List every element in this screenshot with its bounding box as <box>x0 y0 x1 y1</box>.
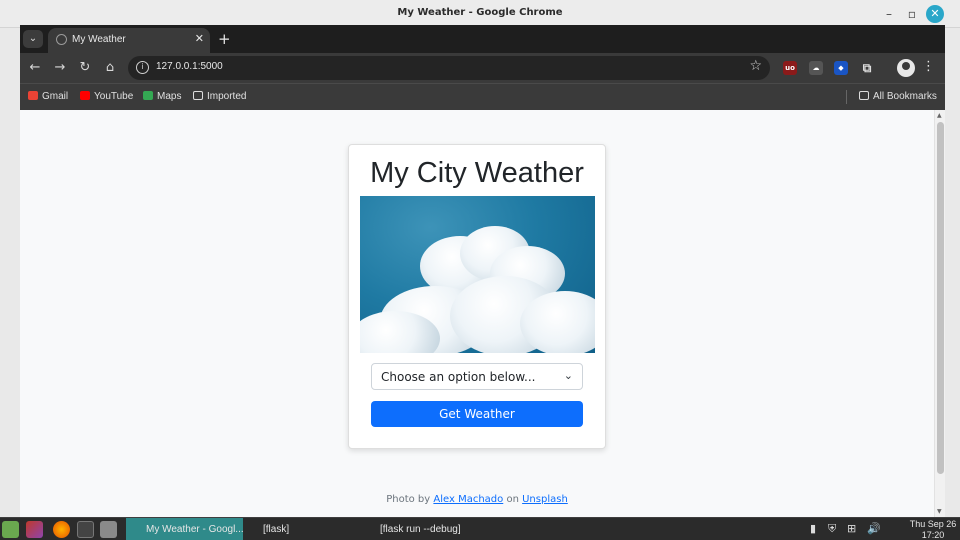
files-icon[interactable] <box>100 521 117 538</box>
profile-avatar[interactable] <box>897 59 915 77</box>
bookmark-label: Gmail <box>42 91 69 102</box>
cloud-photo <box>360 196 595 353</box>
bookmarks-bar: Gmail YouTube Maps Imported All Bookmark… <box>20 83 945 110</box>
app-launcher-icon[interactable] <box>26 521 43 538</box>
chevron-down-icon: ⌄ <box>563 369 573 382</box>
gmail-icon <box>28 91 38 100</box>
terminal-icon[interactable] <box>77 521 94 538</box>
page-scrollbar[interactable]: ▲ ▼ <box>934 110 945 517</box>
volume-icon[interactable]: 🔊 <box>867 522 881 535</box>
folder-icon <box>859 91 869 100</box>
weather-card: My City Weather Choose an option below..… <box>348 144 606 449</box>
maps-icon <box>143 91 153 100</box>
task-chrome[interactable]: My Weather - Googl... <box>126 518 243 540</box>
close-window-button[interactable]: ✕ <box>926 5 944 23</box>
back-button[interactable]: ← <box>27 60 43 76</box>
tab-label: My Weather <box>72 34 126 45</box>
author-link[interactable]: Alex Machado <box>433 494 503 505</box>
bookmarks-separator <box>846 90 847 104</box>
task-label: [flask] <box>263 524 290 535</box>
bookmark-gmail[interactable]: Gmail <box>28 91 68 102</box>
credit-prefix: Photo by <box>386 494 431 505</box>
all-bookmarks-label: All Bookmarks <box>873 91 937 102</box>
extensions-puzzle-icon[interactable]: ⧉ <box>860 61 874 75</box>
task-flask-run[interactable]: [flask run --debug] <box>362 518 482 540</box>
browser-frame: ⌄ My Weather ✕ + ← → ↻ ⌂ i 127.0.0.1:500… <box>20 25 945 110</box>
city-select-value: Choose an option below... <box>381 370 536 384</box>
firefox-icon[interactable] <box>53 521 70 538</box>
get-weather-button[interactable]: Get Weather <box>371 401 583 427</box>
url-text: 127.0.0.1:5000 <box>156 61 223 72</box>
task-flask[interactable]: [flask] <box>246 518 356 540</box>
page-title: My City Weather <box>370 157 584 189</box>
globe-icon <box>56 34 67 45</box>
minimize-button[interactable]: – <box>880 5 898 23</box>
all-bookmarks-button[interactable]: All Bookmarks <box>859 91 937 102</box>
page-viewport: My City Weather Choose an option below..… <box>20 110 934 517</box>
city-select[interactable]: Choose an option below... ⌄ <box>371 363 583 390</box>
window-titlebar: My Weather - Google Chrome – ▫ ✕ <box>0 0 960 28</box>
clock-day: Thu Sep 26 <box>909 519 957 529</box>
clock-time: 17:20 <box>921 530 945 540</box>
tab-close-icon[interactable]: ✕ <box>195 32 204 45</box>
home-button[interactable]: ⌂ <box>102 60 118 76</box>
ublock-extension-icon[interactable]: uo <box>783 61 797 75</box>
photo-credit: Photo by Alex Machado on Unsplash <box>20 494 934 505</box>
unsplash-link[interactable]: Unsplash <box>522 494 568 505</box>
shield-icon[interactable]: ⛨ <box>828 522 836 536</box>
credit-middle: on <box>506 494 519 505</box>
browser-toolbar: ← → ↻ ⌂ i 127.0.0.1:5000 ☆ uo ☁ ◆ ⧉ ⋮ <box>20 53 945 83</box>
battery-icon[interactable]: ▮ <box>810 522 816 535</box>
address-bar[interactable]: i 127.0.0.1:5000 ☆ <box>128 56 770 80</box>
bookmark-label: Imported <box>207 91 247 102</box>
reload-button[interactable]: ↻ <box>77 60 93 76</box>
bookmark-label: Maps <box>157 91 182 102</box>
scroll-up-arrow[interactable]: ▲ <box>937 112 942 119</box>
youtube-icon <box>80 91 90 100</box>
bookmark-star-icon[interactable]: ☆ <box>749 58 762 74</box>
menu-dots-icon[interactable]: ⋮ <box>922 59 935 74</box>
tab-strip: ⌄ My Weather ✕ + <box>20 25 945 53</box>
network-icon[interactable]: ⊞ <box>847 522 856 535</box>
forward-button[interactable]: → <box>52 60 68 76</box>
task-label: My Weather - Googl... <box>146 524 243 535</box>
bookmark-youtube[interactable]: YouTube <box>80 91 133 102</box>
weather-extension-icon[interactable]: ☁ <box>809 61 823 75</box>
task-label: [flask run --debug] <box>380 524 461 535</box>
bookmark-label: YouTube <box>94 91 134 102</box>
window-title: My Weather - Google Chrome <box>397 7 563 18</box>
shield-extension-icon[interactable]: ◆ <box>834 61 848 75</box>
taskbar: My Weather - Googl... [flask] [flask run… <box>0 517 960 540</box>
maximize-button[interactable]: ▫ <box>903 5 921 23</box>
new-tab-button[interactable]: + <box>218 30 231 48</box>
bookmark-imported[interactable]: Imported <box>193 91 246 102</box>
folder-icon <box>193 91 203 100</box>
clock[interactable]: Thu Sep 26 17:20 <box>906 519 960 540</box>
scroll-down-arrow[interactable]: ▼ <box>937 508 942 515</box>
tab-search-button[interactable]: ⌄ <box>23 30 43 48</box>
site-info-icon[interactable]: i <box>136 61 149 74</box>
start-menu-icon[interactable] <box>2 521 19 538</box>
scrollbar-thumb[interactable] <box>937 122 944 474</box>
bookmark-maps[interactable]: Maps <box>143 91 181 102</box>
tab-my-weather[interactable]: My Weather ✕ <box>48 28 210 53</box>
